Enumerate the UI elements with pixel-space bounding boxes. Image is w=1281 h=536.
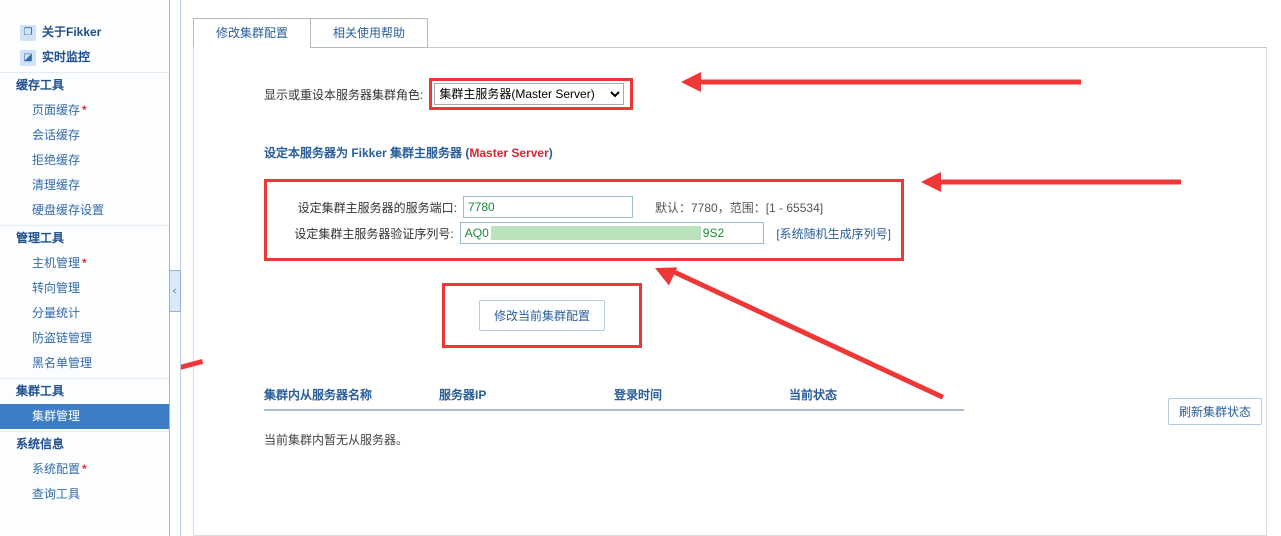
- col-login-time: 登录时间: [614, 386, 789, 403]
- serial-input[interactable]: AQ0 9S2: [460, 222, 765, 244]
- sidebar-top-label: 关于Fikker: [42, 20, 101, 45]
- star-icon: *: [82, 251, 87, 276]
- role-highlight-box: 集群主服务器(Master Server): [429, 78, 633, 110]
- submit-button[interactable]: 修改当前集群配置: [479, 300, 605, 331]
- monitor-icon: ◪: [20, 50, 36, 66]
- sidebar-item-session-cache[interactable]: 会话缓存: [0, 123, 169, 148]
- col-status: 当前状态: [789, 386, 964, 403]
- port-input[interactable]: [463, 196, 633, 218]
- col-slave-name: 集群内从服务器名称: [264, 386, 439, 403]
- submit-highlight-box: 修改当前集群配置: [442, 283, 642, 348]
- subtitle-suffix: ): [549, 146, 553, 160]
- sidebar-item-redirect[interactable]: 转向管理: [0, 276, 169, 301]
- generate-serial-link[interactable]: [系统随机生成序列号]: [776, 225, 891, 242]
- refresh-button[interactable]: 刷新集群状态: [1168, 398, 1262, 425]
- slave-table-header: 集群内从服务器名称 服务器IP 登录时间 当前状态: [264, 386, 964, 411]
- sidebar-item-cluster-manage[interactable]: 集群管理: [0, 404, 169, 429]
- serial-redacted: [491, 226, 701, 240]
- subtitle-prefix: 设定本服务器为 Fikker 集群主服务器 (: [264, 146, 469, 160]
- cluster-config-panel: 显示或重设本服务器集群角色: 集群主服务器(Master Server) 设定本…: [193, 48, 1267, 536]
- sidebar-top-label: 实时监控: [42, 45, 90, 70]
- port-label: 设定集群主服务器的服务端口:: [277, 199, 457, 216]
- serial-row: 设定集群主服务器验证序列号: AQ0 9S2 [系统随机生成序列号]: [277, 222, 891, 244]
- sidebar-top-monitor[interactable]: ◪ 实时监控: [0, 45, 169, 70]
- sidebar-item-label: 系统配置: [32, 457, 80, 482]
- splitter-handle[interactable]: <: [169, 270, 181, 312]
- sidebar-item-label: 页面缓存: [32, 98, 80, 123]
- sidebar-section-manage: 管理工具: [0, 225, 169, 251]
- sidebar-item-blacklist[interactable]: 黑名单管理: [0, 351, 169, 376]
- sidebar-item-system-config[interactable]: 系统配置*: [0, 457, 169, 482]
- tab-edit-cluster[interactable]: 修改集群配置: [193, 18, 311, 48]
- sidebar-section-cluster: 集群工具: [0, 378, 169, 404]
- sidebar-item-disk-cache[interactable]: 硬盘缓存设置: [0, 198, 169, 223]
- master-server-subtitle: 设定本服务器为 Fikker 集群主服务器 (Master Server): [264, 144, 1196, 161]
- slave-table-empty: 当前集群内暂无从服务器。: [264, 431, 1196, 448]
- sidebar: ❐ 关于Fikker ◪ 实时监控 缓存工具 页面缓存* 会话缓存 拒绝缓存 清…: [0, 0, 170, 536]
- sidebar-item-weight-stats[interactable]: 分量统计: [0, 301, 169, 326]
- serial-suffix: 9S2: [703, 223, 724, 243]
- col-slave-ip: 服务器IP: [439, 386, 614, 403]
- sidebar-item-query-tool[interactable]: 查询工具: [0, 482, 169, 507]
- subtitle-master: Master Server: [469, 146, 548, 160]
- sidebar-top-about[interactable]: ❐ 关于Fikker: [0, 20, 169, 45]
- role-select[interactable]: 集群主服务器(Master Server): [434, 83, 624, 105]
- sidebar-item-host-manage[interactable]: 主机管理*: [0, 251, 169, 276]
- sidebar-item-page-cache[interactable]: 页面缓存*: [0, 98, 169, 123]
- main: 修改集群配置 相关使用帮助 显示或重设本服务器集群角色: 集群主服务器(Mast…: [181, 0, 1281, 536]
- sidebar-item-deny-cache[interactable]: 拒绝缓存: [0, 148, 169, 173]
- serial-prefix: AQ0: [465, 223, 489, 243]
- port-row: 设定集群主服务器的服务端口: 默认：7780，范围：[1 - 65534]: [277, 196, 891, 218]
- refresh-wrap: 刷新集群状态: [1168, 398, 1262, 425]
- sidebar-item-clear-cache[interactable]: 清理缓存: [0, 173, 169, 198]
- role-label: 显示或重设本服务器集群角色:: [264, 86, 423, 103]
- star-icon: *: [82, 457, 87, 482]
- splitter[interactable]: <: [170, 0, 181, 536]
- tab-help[interactable]: 相关使用帮助: [310, 18, 428, 48]
- sidebar-section-cache: 缓存工具: [0, 72, 169, 98]
- about-icon: ❐: [20, 25, 36, 41]
- sidebar-item-antileech[interactable]: 防盗链管理: [0, 326, 169, 351]
- sidebar-item-label: 主机管理: [32, 251, 80, 276]
- master-form-box: 设定集群主服务器的服务端口: 默认：7780，范围：[1 - 65534] 设定…: [264, 179, 904, 261]
- port-hint: 默认：7780，范围：[1 - 65534]: [655, 199, 823, 216]
- role-row: 显示或重设本服务器集群角色: 集群主服务器(Master Server): [264, 78, 1196, 110]
- star-icon: *: [82, 98, 87, 123]
- serial-label: 设定集群主服务器验证序列号:: [277, 225, 454, 242]
- sidebar-section-system: 系统信息: [0, 431, 169, 457]
- tab-bar: 修改集群配置 相关使用帮助: [193, 18, 428, 48]
